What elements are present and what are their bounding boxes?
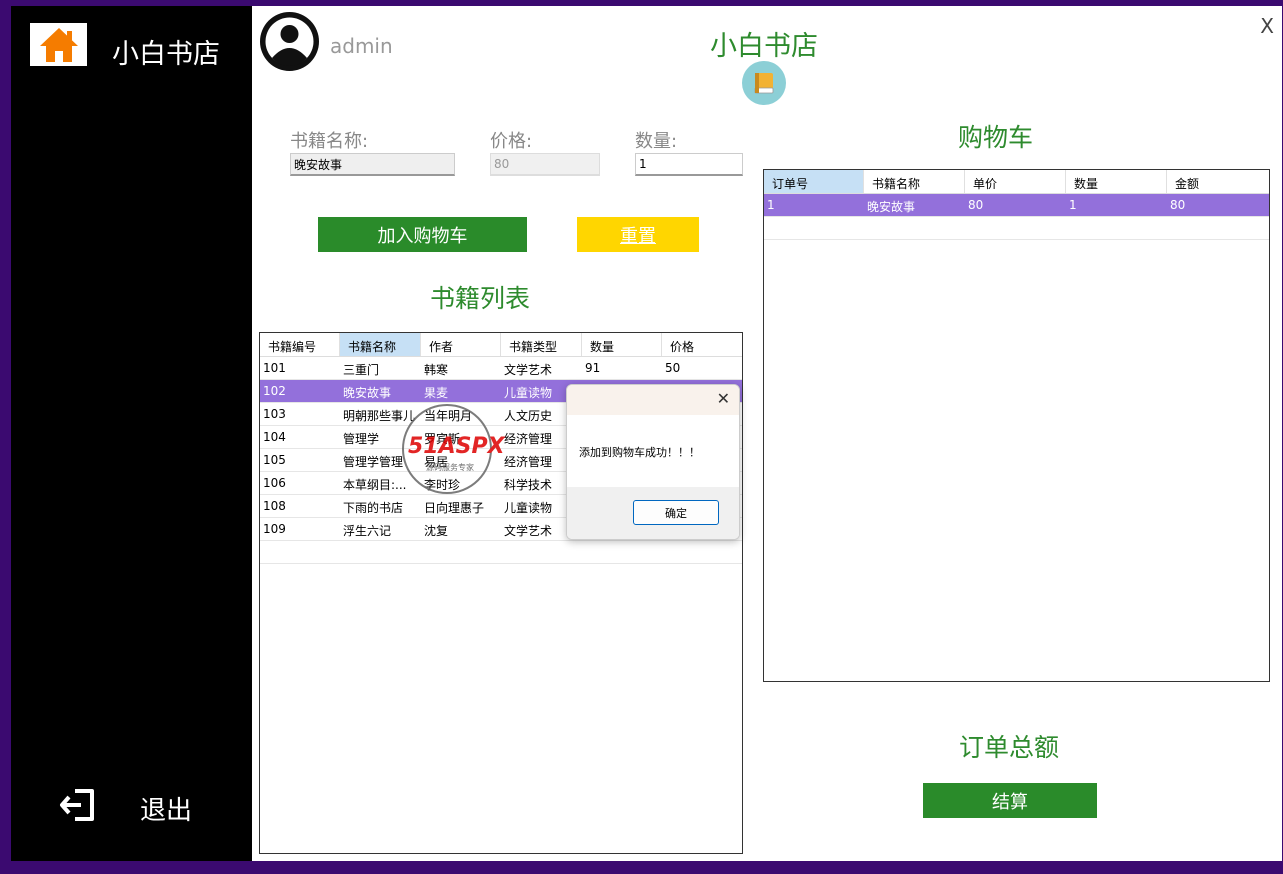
cell: 韩寒: [424, 363, 449, 377]
column-header[interactable]: 书籍类型: [501, 333, 582, 356]
success-dialog: ✕ 添加到购物车成功！！！ 确定: [566, 384, 740, 540]
sidebar: 小白书店 退出: [11, 6, 252, 861]
column-header[interactable]: 作者: [421, 333, 501, 356]
cell: 102: [263, 384, 286, 398]
main-panel: admin X 小白书店 书籍名称: 价格: 数量: 加入购物车 重置 书籍列表…: [252, 6, 1282, 861]
watermark-text: 51ASPX: [408, 434, 505, 459]
table-row-empty[interactable]: [260, 541, 742, 564]
cell: 105: [263, 453, 286, 467]
cart-header: 订单号 书籍名称 单价 数量 金额: [764, 170, 1269, 194]
checkout-button[interactable]: 结算: [923, 783, 1097, 818]
price-input[interactable]: [490, 153, 600, 176]
book-list-title: 书籍列表: [430, 284, 531, 313]
cart-row-selected[interactable]: 1 晚安故事 80 1 80: [764, 194, 1269, 217]
table-row[interactable]: 101 三重门 韩寒 文学艺术 91 50: [260, 357, 742, 380]
order-total-label: 订单总额: [959, 733, 1060, 762]
cell: 109: [263, 522, 286, 536]
cart-title: 购物车: [958, 123, 1034, 152]
add-to-cart-button[interactable]: 加入购物车: [318, 217, 527, 252]
cell: 80: [968, 198, 984, 212]
cell: 晚安故事: [867, 200, 916, 214]
cell: 文学艺术: [504, 363, 553, 377]
cell: 101: [263, 361, 286, 375]
watermark-logo: 51ASPX 源码服务专家: [402, 404, 505, 494]
cell: 50: [665, 361, 681, 375]
column-header[interactable]: 书籍名称: [340, 333, 421, 356]
cart-grid[interactable]: 订单号 书籍名称 单价 数量 金额 1 晚安故事 80 1 80: [763, 169, 1270, 682]
column-header[interactable]: 订单号: [764, 170, 864, 193]
cell: 沈复: [424, 524, 449, 538]
cell: 本草纲目:...: [343, 478, 407, 492]
shop-title: 小白书店: [710, 31, 818, 62]
home-button[interactable]: [30, 23, 87, 66]
cell: 下雨的书店: [343, 501, 404, 515]
cell: 1: [767, 198, 775, 212]
column-header[interactable]: 价格: [662, 333, 742, 356]
book-name-label: 书籍名称:: [290, 131, 369, 152]
cell: 104: [263, 430, 286, 444]
sidebar-title: 小白书店: [112, 39, 220, 70]
cell: 1: [1069, 198, 1077, 212]
book-name-input[interactable]: [290, 153, 455, 176]
cart-row-empty[interactable]: [764, 217, 1269, 240]
cell: 晚安故事: [343, 386, 392, 400]
book-logo: [742, 61, 786, 105]
column-header[interactable]: 数量: [1066, 170, 1167, 193]
dialog-titlebar: ✕: [567, 385, 739, 415]
dialog-message: 添加到购物车成功！！！: [579, 446, 700, 459]
column-header[interactable]: 书籍编号: [260, 333, 340, 356]
quantity-input[interactable]: [635, 153, 743, 176]
cell: 106: [263, 476, 286, 490]
dialog-ok-button[interactable]: 确定: [633, 500, 719, 525]
column-header[interactable]: 数量: [582, 333, 662, 356]
watermark-subtext: 源码服务专家: [426, 463, 474, 472]
cell: 三重门: [343, 363, 380, 377]
quantity-label: 数量:: [635, 131, 678, 152]
user-icon: [260, 12, 319, 71]
dialog-footer: 确定: [567, 487, 739, 539]
price-label: 价格:: [490, 131, 533, 152]
cell: 日向理惠子: [424, 501, 485, 515]
close-button[interactable]: X: [1260, 14, 1274, 38]
avatar: [260, 12, 319, 71]
dialog-close-button[interactable]: ✕: [717, 389, 730, 408]
book-icon: [754, 73, 774, 94]
username: admin: [330, 34, 393, 58]
app-window: 小白书店 退出 admin X 小白书店 书籍名称: 晚安故事 价格: 80 数…: [11, 6, 1282, 861]
column-header[interactable]: 单价: [965, 170, 1066, 193]
book-list-header: 书籍编号 书籍名称 作者 书籍类型 数量 价格: [260, 333, 742, 357]
cell: 80: [1170, 198, 1186, 212]
reset-button[interactable]: 重置: [577, 217, 699, 252]
cell: 浮生六记: [343, 524, 392, 538]
logout-button[interactable]: 退出: [140, 790, 192, 827]
cell: 103: [263, 407, 286, 421]
home-icon: [39, 27, 78, 62]
cell: 明朝那些事儿: [343, 409, 416, 423]
cell: 108: [263, 499, 286, 513]
cell: 果麦: [424, 386, 449, 400]
column-header[interactable]: 金额: [1167, 170, 1269, 193]
logout-icon[interactable]: [59, 788, 97, 822]
cell: 91: [585, 361, 601, 375]
column-header[interactable]: 书籍名称: [864, 170, 965, 193]
